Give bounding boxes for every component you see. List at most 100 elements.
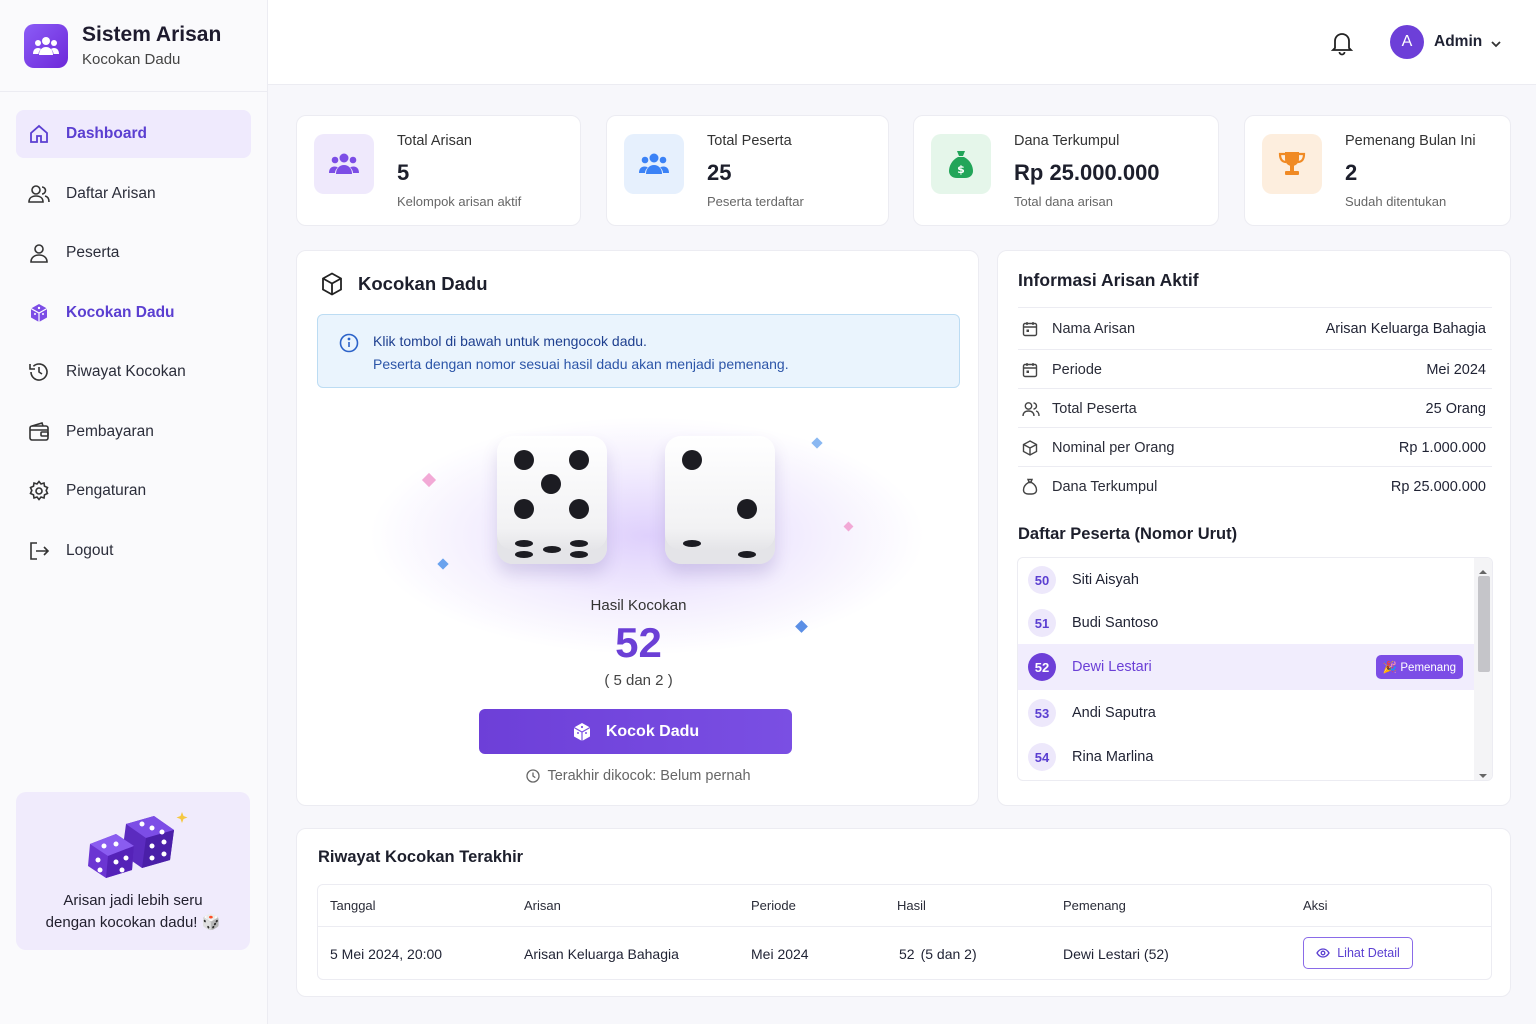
info-key: Nama Arisan — [1052, 321, 1136, 337]
result-value: 52 — [615, 619, 662, 666]
info-key: Dana Terkumpul — [1052, 478, 1158, 495]
info-line-2: Peserta dengan nomor sesuai hasil dadu a… — [373, 356, 789, 372]
gear-icon — [28, 480, 50, 502]
stat-value: Rp 25.000.000 — [1014, 160, 1160, 185]
sidebar-item-kocokan-dadu[interactable]: Kocokan Dadu — [16, 289, 251, 337]
cell-pemenang: Dewi Lestari (52) — [1063, 946, 1169, 962]
participant-number: 52 — [1028, 653, 1056, 681]
scrollbar-thumb[interactable] — [1478, 576, 1490, 672]
stat-value: 25 — [707, 160, 732, 185]
promo-line-1: Arisan jadi lebih seru — [63, 892, 203, 909]
list-item[interactable]: 53 Andi Saputra — [1018, 691, 1474, 735]
info-row: Nama Arisan Arisan Keluarga Bahagia — [1018, 307, 1492, 350]
coin-icon — [1022, 439, 1040, 456]
sidebar-item-pengaturan[interactable]: Pengaturan — [16, 467, 251, 515]
participant-list-title: Daftar Peserta (Nomor Urut) — [1018, 525, 1238, 543]
calendar-icon — [1022, 321, 1040, 337]
stat-subtext: Peserta terdaftar — [707, 194, 804, 209]
info-key: Nominal per Orang — [1052, 439, 1175, 456]
eye-icon — [1316, 948, 1330, 958]
die-pip — [682, 450, 702, 470]
stat-subtext: Total dana arisan — [1014, 194, 1114, 209]
group-icon — [624, 134, 684, 194]
stat-card-pemenang: Pemenang Bulan Ini 2 Sudah ditentukan — [1244, 115, 1511, 226]
sidebar-item-label: Peserta — [66, 244, 120, 261]
participant-number: 50 — [1028, 566, 1056, 594]
info-value: Rp 1.000.000 — [1398, 439, 1486, 456]
sidebar-item-logout[interactable]: Logout — [16, 527, 251, 575]
avatar[interactable]: A — [1390, 25, 1424, 59]
list-item[interactable]: 54 Rina Marlina — [1018, 735, 1474, 779]
sidebar-item-label: Dashboard — [66, 125, 147, 142]
participant-name: Siti Aisyah — [1072, 572, 1139, 588]
sidebar-item-dashboard[interactable]: Dashboard — [16, 110, 251, 158]
dice-cube-icon — [28, 302, 50, 324]
list-item[interactable]: 51 Budi Santoso — [1018, 601, 1474, 645]
money-bag-icon — [1022, 478, 1040, 495]
die-pip — [514, 450, 534, 470]
sidebar-item-label: Kocokan Dadu — [66, 303, 175, 321]
participant-name: Rina Marlina — [1072, 749, 1154, 765]
cube-icon — [321, 272, 343, 301]
scroll-down-icon[interactable] — [1479, 766, 1487, 780]
stat-card-total-arisan: Total Arisan 5 Kelompok arisan aktif — [296, 115, 581, 226]
history-title: Riwayat Kocokan Terakhir — [318, 848, 524, 866]
view-detail-button[interactable]: Lihat Detail — [1303, 937, 1413, 969]
sidebar-nav: Dashboard Daftar Arisan Peserta Kocokan … — [0, 92, 267, 575]
sidebar-item-daftar-arisan[interactable]: Daftar Arisan — [16, 170, 251, 218]
sidebar-item-label: Pengaturan — [66, 482, 147, 499]
stat-subtext: Kelompok arisan aktif — [397, 194, 522, 209]
cell-tanggal: 5 Mei 2024, 20:00 — [330, 946, 443, 962]
roll-dice-button[interactable]: Kocok Dadu — [479, 709, 792, 754]
list-item-winner[interactable]: 52 Dewi Lestari 🎉 Pemenang — [1018, 644, 1474, 690]
promo-text: Arisan jadi lebih seru dengan kocokan da… — [16, 890, 250, 934]
cell-hasil-detail: (5 dan 2) — [920, 946, 977, 962]
history-icon — [28, 361, 50, 383]
brand-title: Sistem Arisan — [82, 23, 222, 46]
result-label: Hasil Kocokan — [590, 597, 687, 614]
stat-subtext: Sudah ditentukan — [1345, 194, 1447, 209]
brand-subtitle: Kocokan Dadu — [82, 51, 181, 68]
sidebar-item-peserta[interactable]: Peserta — [16, 229, 251, 277]
chevron-down-icon[interactable] — [1490, 36, 1502, 54]
list-item[interactable]: 50 Siti Aisyah — [1018, 558, 1474, 602]
bell-icon[interactable] — [1330, 30, 1354, 61]
result-detail: ( 5 dan 2 ) — [604, 672, 673, 689]
calendar-icon — [1022, 362, 1040, 378]
die-pip — [570, 540, 588, 547]
participant-name: Andi Saputra — [1072, 705, 1156, 721]
sidebar-item-pembayaran[interactable]: Pembayaran — [16, 408, 251, 456]
scrollbar[interactable] — [1474, 558, 1492, 780]
stat-value: 5 — [397, 160, 410, 185]
stat-value: 2 — [1345, 160, 1358, 185]
stat-card-total-peserta: Total Peserta 25 Peserta terdaftar — [606, 115, 889, 226]
money-bag-icon: $ — [931, 134, 991, 194]
divider — [318, 926, 1491, 927]
user-name[interactable]: Admin — [1434, 33, 1482, 51]
die-pip — [569, 499, 589, 519]
trophy-icon — [1262, 134, 1322, 194]
svg-text:$: $ — [957, 163, 965, 176]
die-pip — [737, 499, 757, 519]
active-arisan-panel: Informasi Arisan Aktif Nama Arisan Arisa… — [997, 250, 1511, 806]
column-header: Tanggal — [330, 898, 376, 913]
die-five — [497, 436, 607, 564]
sidebar-item-riwayat-kocokan[interactable]: Riwayat Kocokan — [16, 348, 251, 396]
column-header: Periode — [751, 898, 796, 913]
die-pip — [738, 551, 756, 558]
die-pip — [541, 474, 561, 494]
die-pip — [515, 551, 533, 558]
info-line-1: Klik tombol di bawah untuk mengocok dadu… — [373, 333, 647, 349]
cell-hasil: 52 (5 dan 2) — [899, 946, 977, 962]
participant-list[interactable]: 50 Siti Aisyah 51 Budi Santoso 52 Dewi L… — [1017, 557, 1493, 781]
info-value: Mei 2024 — [1426, 361, 1486, 378]
info-row: Total Peserta 25 Orang — [1018, 388, 1492, 428]
last-roll-text: Terakhir dikocok: Belum pernah — [547, 768, 751, 784]
stat-label: Total Arisan — [397, 133, 472, 149]
sidebar-item-label: Daftar Arisan — [66, 184, 156, 202]
die-pip — [515, 540, 533, 547]
users-icon — [1022, 401, 1040, 417]
info-value: Rp 25.000.000 — [1390, 478, 1486, 495]
participant-number: 51 — [1028, 609, 1056, 637]
stat-label: Pemenang Bulan Ini — [1345, 133, 1476, 149]
